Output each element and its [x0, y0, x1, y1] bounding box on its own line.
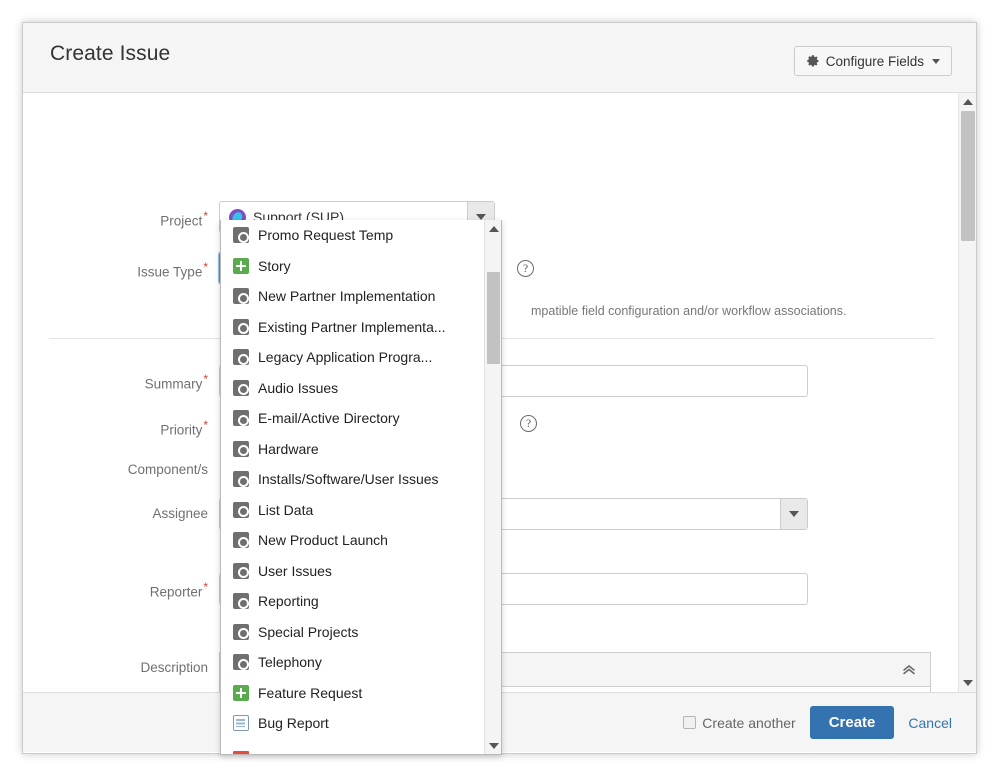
- issue-type-option-label: Audio Issues: [258, 379, 339, 396]
- assignee-label: Assignee: [152, 506, 208, 521]
- configure-fields-button[interactable]: Configure Fields: [793, 46, 952, 76]
- issue-type-option-label: Special Projects: [258, 623, 359, 640]
- create-another-checkbox[interactable]: Create another: [683, 714, 796, 731]
- checkbox-box[interactable]: [683, 716, 697, 729]
- issue-type-option[interactable]: Reporting: [221, 586, 485, 617]
- generic-issue-type-icon: [233, 288, 249, 305]
- components-label: Component/s: [127, 462, 208, 477]
- issue-type-option[interactable]: Existing Partner Implementa...: [221, 312, 485, 343]
- issue-type-option-label: User Issues: [258, 562, 332, 579]
- issue-type-option-label: Reporting: [258, 593, 319, 610]
- scrollbar-thumb[interactable]: [961, 111, 975, 241]
- issue-type-option[interactable]: Telephony: [221, 647, 485, 678]
- issue-type-option-label: Existing Partner Implementa...: [258, 318, 446, 335]
- issue-type-help-icon[interactable]: ?: [517, 260, 534, 277]
- assignee-select-toggle[interactable]: [780, 499, 807, 529]
- story-issue-type-icon: [233, 684, 249, 701]
- issue-type-option[interactable]: New Partner Implementation: [221, 281, 485, 312]
- issue-type-option-label: Legacy Application Progra...: [258, 349, 433, 366]
- issue-type-option[interactable]: List Data: [221, 495, 485, 526]
- page-title: Create Issue: [50, 42, 171, 65]
- issue-type-label: Issue Type*: [137, 260, 208, 280]
- triangle-down-icon: [963, 680, 973, 686]
- generic-issue-type-icon: [233, 623, 249, 640]
- triangle-up-icon: [963, 99, 973, 105]
- red-issue-type-icon: [233, 750, 249, 754]
- issue-type-option-label: Story: [258, 257, 291, 274]
- project-label: Project*: [160, 209, 208, 229]
- create-button[interactable]: Create: [809, 706, 895, 739]
- priority-label: Priority*: [160, 418, 208, 438]
- bug-issue-type-icon: [233, 715, 249, 732]
- generic-issue-type-icon: [233, 440, 249, 457]
- generic-issue-type-icon: [233, 532, 249, 549]
- required-asterisk: *: [203, 580, 208, 594]
- create-another-label: Create another: [702, 714, 796, 731]
- triangle-up-icon: [488, 226, 499, 232]
- required-asterisk: *: [203, 260, 208, 274]
- issue-type-option-label: E-mail/Active Directory: [258, 410, 400, 427]
- scroll-down-button[interactable]: [959, 675, 976, 691]
- triangle-down-icon: [488, 743, 499, 749]
- generic-issue-type-icon: [233, 471, 249, 488]
- dropdown-scroll-up-button[interactable]: [485, 221, 501, 237]
- issue-type-option-list: Promo Request Temp Story New Partner Imple…: [221, 220, 485, 754]
- generic-issue-type-icon: [233, 562, 249, 579]
- priority-help-icon[interactable]: ?: [520, 415, 537, 432]
- generic-issue-type-icon: [233, 349, 249, 366]
- issue-type-option-label: Feature Request: [258, 684, 363, 701]
- gear-icon: [806, 54, 820, 68]
- issue-type-option[interactable]: User Issues: [221, 556, 485, 587]
- chevron-down-icon: [789, 511, 799, 517]
- dropdown-scrollbar-thumb[interactable]: [487, 272, 500, 364]
- generic-issue-type-icon: [233, 501, 249, 518]
- issue-type-option[interactable]: Hardware: [221, 434, 485, 465]
- dialog-scrollbar[interactable]: [958, 93, 976, 692]
- required-asterisk: *: [203, 209, 208, 223]
- generic-issue-type-icon: [233, 654, 249, 671]
- issue-type-option-label: New Partner Implementation: [258, 288, 436, 305]
- required-asterisk: *: [203, 372, 208, 386]
- issue-type-option[interactable]: Feature Request: [221, 678, 485, 709]
- issue-type-option[interactable]: Bug Report: [221, 708, 485, 739]
- issue-type-option[interactable]: Promo Request Temp: [221, 220, 485, 251]
- required-asterisk: *: [203, 418, 208, 432]
- scroll-up-button[interactable]: [959, 94, 976, 110]
- dropdown-scrollbar[interactable]: [484, 220, 501, 754]
- summary-label: Summary*: [144, 372, 208, 392]
- generic-issue-type-icon: [233, 593, 249, 610]
- generic-issue-type-icon: [233, 410, 249, 427]
- issue-type-option[interactable]: E-mail/Active Directory: [221, 403, 485, 434]
- issue-type-option[interactable]: [221, 739, 485, 754]
- generic-issue-type-icon: [233, 227, 249, 244]
- issue-type-option[interactable]: Installs/Software/User Issues: [221, 464, 485, 495]
- issue-type-option-label: Bug Report: [258, 715, 329, 732]
- description-label: Description: [140, 660, 208, 675]
- dialog-header: Create Issue Configure Fields: [23, 23, 976, 93]
- issue-type-option-label: Installs/Software/User Issues: [258, 471, 439, 488]
- chevron-down-icon: [932, 58, 940, 64]
- reporter-label: Reporter*: [149, 580, 208, 600]
- issue-type-option[interactable]: New Product Launch: [221, 525, 485, 556]
- issue-type-option-label: Telephony: [258, 654, 322, 671]
- generic-issue-type-icon: [233, 318, 249, 335]
- issue-type-option[interactable]: Special Projects: [221, 617, 485, 648]
- story-issue-type-icon: [233, 257, 249, 274]
- generic-issue-type-icon: [233, 379, 249, 396]
- chevron-up-double-icon: [903, 665, 915, 675]
- configure-fields-label: Configure Fields: [825, 53, 924, 69]
- issue-type-option-label: Promo Request Temp: [258, 227, 394, 244]
- dropdown-scroll-down-button[interactable]: [485, 738, 501, 754]
- cancel-link[interactable]: Cancel: [908, 715, 952, 731]
- issue-type-option[interactable]: Legacy Application Progra...: [221, 342, 485, 373]
- issue-type-option-label: List Data: [258, 501, 314, 518]
- issue-type-option-label: New Product Launch: [258, 532, 388, 549]
- issue-type-hint: mpatible field configuration and/or work…: [531, 304, 847, 318]
- collapse-toolbar-button[interactable]: [900, 661, 918, 684]
- issue-type-option-label: Hardware: [258, 440, 319, 457]
- issue-type-option[interactable]: Story: [221, 251, 485, 282]
- issue-type-dropdown[interactable]: Promo Request Temp Story New Partner Imple…: [220, 220, 502, 755]
- issue-type-option[interactable]: Audio Issues: [221, 373, 485, 404]
